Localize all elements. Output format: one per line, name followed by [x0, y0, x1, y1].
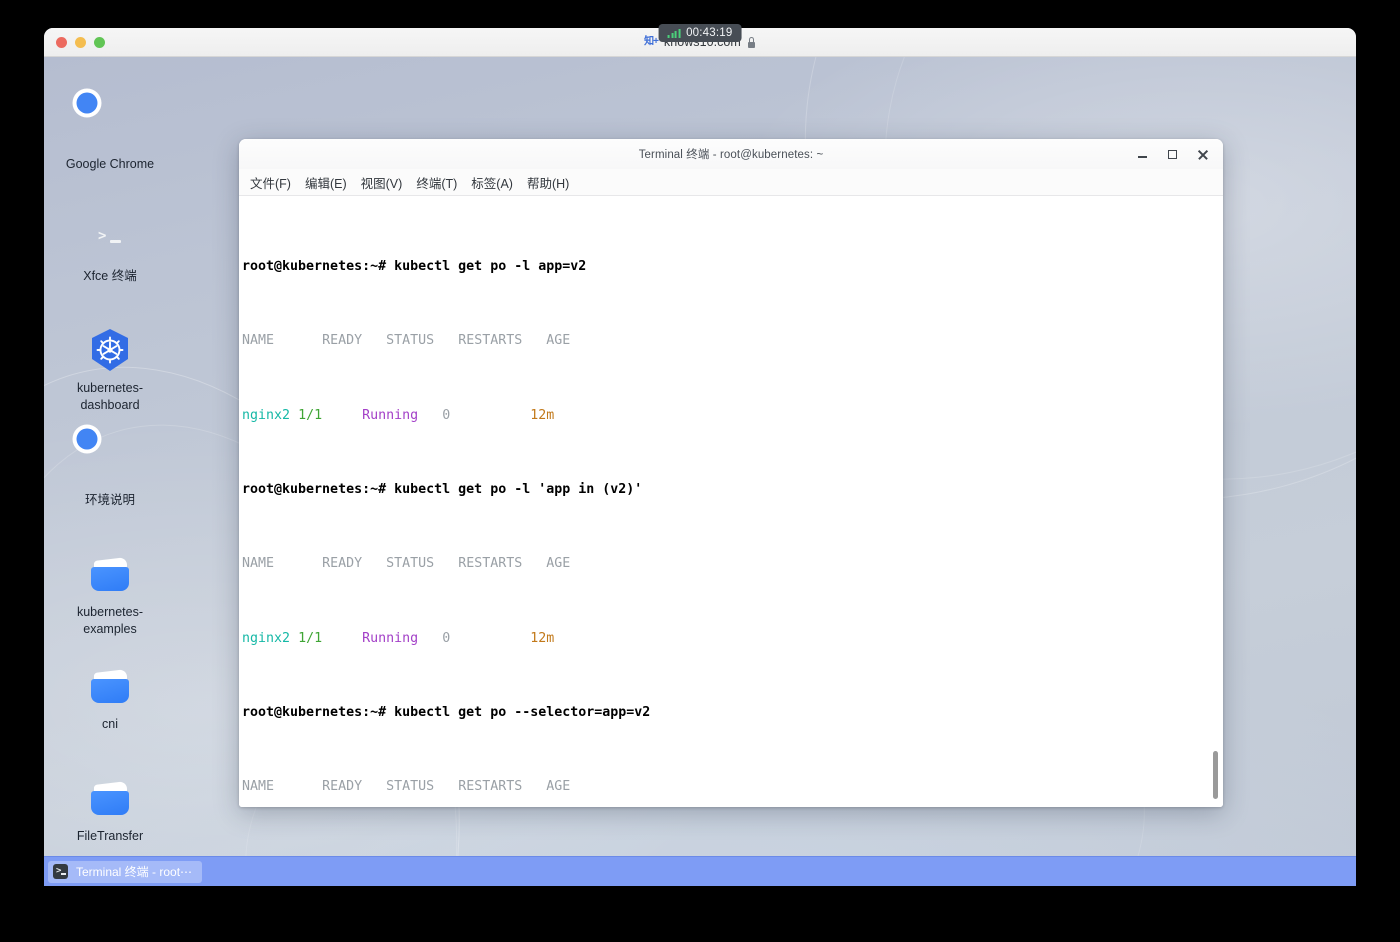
desktop-icon-kubernetes-examples[interactable]: kubernetes-examples [50, 551, 170, 637]
terminal-table-row: nginx2 1/1 Running 0 12m [242, 630, 1223, 649]
menu-view[interactable]: 视图(V) [355, 171, 409, 194]
menu-terminal[interactable]: 终端(T) [410, 171, 463, 194]
desktop: Google Chrome > Xfce 终端 kubernetes-dashb… [44, 57, 1356, 886]
folder-icon [87, 775, 133, 821]
desktop-icon-filetransfer[interactable]: FileTransfer [50, 775, 170, 845]
maximize-icon[interactable] [1157, 140, 1187, 168]
column-restarts: RESTARTS [458, 556, 523, 572]
column-name: NAME [242, 779, 275, 795]
terminal-output: root@kubernetes:~# kubectl get po -l app… [241, 202, 1223, 807]
terminal-command-line: root@kubernetes:~# kubectl get po -l 'ap… [242, 481, 1223, 500]
terminal-window-controls [1127, 139, 1217, 169]
terminal-command-line: root@kubernetes:~# kubectl get po -l app… [242, 258, 1223, 277]
column-age: AGE [546, 779, 571, 795]
terminal-command: kubectl get po -l 'app in (v2)' [394, 481, 643, 497]
desktop-icon-label: kubernetes-dashboard [76, 381, 143, 412]
terminal-command-line: root@kubernetes:~# kubectl get po --sele… [242, 704, 1223, 723]
session-timer-badge: 00:43:19 [658, 24, 742, 42]
column-ready: READY [322, 779, 363, 795]
menu-edit[interactable]: 编辑(E) [299, 171, 353, 194]
column-ready: READY [322, 333, 363, 349]
desktop-icon-label: cni [102, 717, 118, 731]
column-name: NAME [242, 333, 275, 349]
desktop-icon-kubernetes-dashboard[interactable]: kubernetes-dashboard [50, 327, 170, 413]
column-name: NAME [242, 556, 275, 572]
chrome-icon [87, 103, 133, 149]
desktop-icon-label: Xfce 终端 [83, 269, 137, 283]
column-ready: READY [322, 556, 363, 572]
terminal-icon [53, 864, 68, 879]
column-restarts: RESTARTS [458, 779, 523, 795]
signal-bars-icon [667, 28, 681, 38]
chrome-icon [87, 439, 133, 485]
desktop-icon-label: 环境说明 [84, 493, 135, 507]
terminal-command: kubectl get po -l app=v2 [394, 258, 587, 274]
minimize-icon[interactable] [1127, 140, 1157, 168]
site-favicon-icon: 知+ [644, 35, 659, 48]
desktop-icon-cni[interactable]: cni [50, 663, 170, 733]
terminal-title: Terminal 终端 - root@kubernetes: ~ [638, 149, 824, 161]
zoom-window-button[interactable] [94, 36, 105, 48]
session-timer-text: 00:43:19 [686, 27, 733, 39]
pod-name: nginx2 [242, 407, 291, 423]
folder-icon [87, 663, 133, 709]
pod-ready: 1/1 [298, 630, 323, 646]
shell-prompt: root@kubernetes:~# [242, 705, 387, 721]
terminal-scrollbar-thumb[interactable] [1213, 751, 1218, 799]
pod-status: Running [362, 630, 419, 646]
menu-help[interactable]: 帮助(H) [521, 171, 575, 194]
column-status: STATUS [386, 556, 435, 572]
desktop-icon-label: Google Chrome [65, 157, 155, 171]
column-age: AGE [546, 556, 571, 572]
desktop-icon-xfce-terminal[interactable]: > Xfce 终端 [50, 215, 170, 285]
taskbar-item-terminal[interactable]: Terminal 终端 - root⋯ [48, 860, 203, 883]
menu-file[interactable]: 文件(F) [244, 171, 297, 194]
traffic-lights [44, 36, 105, 48]
lock-icon [747, 37, 756, 48]
terminal-body[interactable]: root@kubernetes:~# kubectl get po -l app… [239, 196, 1223, 807]
terminal-titlebar[interactable]: Terminal 终端 - root@kubernetes: ~ [239, 139, 1223, 169]
column-restarts: RESTARTS [458, 333, 523, 349]
terminal-scrollbar[interactable] [1210, 196, 1220, 807]
column-status: STATUS [386, 333, 435, 349]
close-window-button[interactable] [56, 36, 67, 48]
folder-icon [87, 551, 133, 597]
terminal-window: Terminal 终端 - root@kubernetes: ~ 文件(F) 编… [239, 139, 1223, 807]
pod-age: 12m [530, 407, 555, 423]
terminal-command: kubectl get po --selector=app=v2 [394, 705, 651, 721]
pod-status: Running [362, 407, 419, 423]
shell-prompt: root@kubernetes:~# [242, 258, 387, 274]
minimize-window-button[interactable] [75, 36, 86, 48]
terminal-icon: > [87, 215, 133, 261]
terminal-table-header: NAME READY STATUS RESTARTS AGE [242, 332, 1223, 351]
terminal-table-header: NAME READY STATUS RESTARTS AGE [242, 778, 1223, 797]
taskbar: Terminal 终端 - root⋯ [44, 856, 1356, 886]
pod-ready: 1/1 [298, 407, 323, 423]
desktop-icon-label: FileTransfer [76, 829, 144, 843]
browser-window: 知+ knows10.com Google Chrome > Xfce 终端 k… [44, 28, 1356, 886]
menu-tabs[interactable]: 标签(A) [465, 171, 519, 194]
taskbar-item-label: Terminal 终端 - root⋯ [76, 865, 193, 879]
desktop-icon-label: kubernetes-examples [76, 605, 143, 636]
terminal-menubar: 文件(F) 编辑(E) 视图(V) 终端(T) 标签(A) 帮助(H) [239, 169, 1223, 196]
pod-age: 12m [530, 630, 555, 646]
desktop-icon-google-chrome[interactable]: Google Chrome [50, 103, 170, 173]
kubernetes-icon [87, 327, 133, 373]
desktop-icon-huanjing-shuoming[interactable]: 环境说明 [50, 439, 170, 509]
column-age: AGE [546, 333, 571, 349]
close-icon[interactable] [1187, 140, 1217, 168]
terminal-table-row: nginx2 1/1 Running 0 12m [242, 407, 1223, 426]
shell-prompt: root@kubernetes:~# [242, 481, 387, 497]
pod-name: nginx2 [242, 630, 291, 646]
terminal-table-header: NAME READY STATUS RESTARTS AGE [242, 555, 1223, 574]
column-status: STATUS [386, 779, 435, 795]
